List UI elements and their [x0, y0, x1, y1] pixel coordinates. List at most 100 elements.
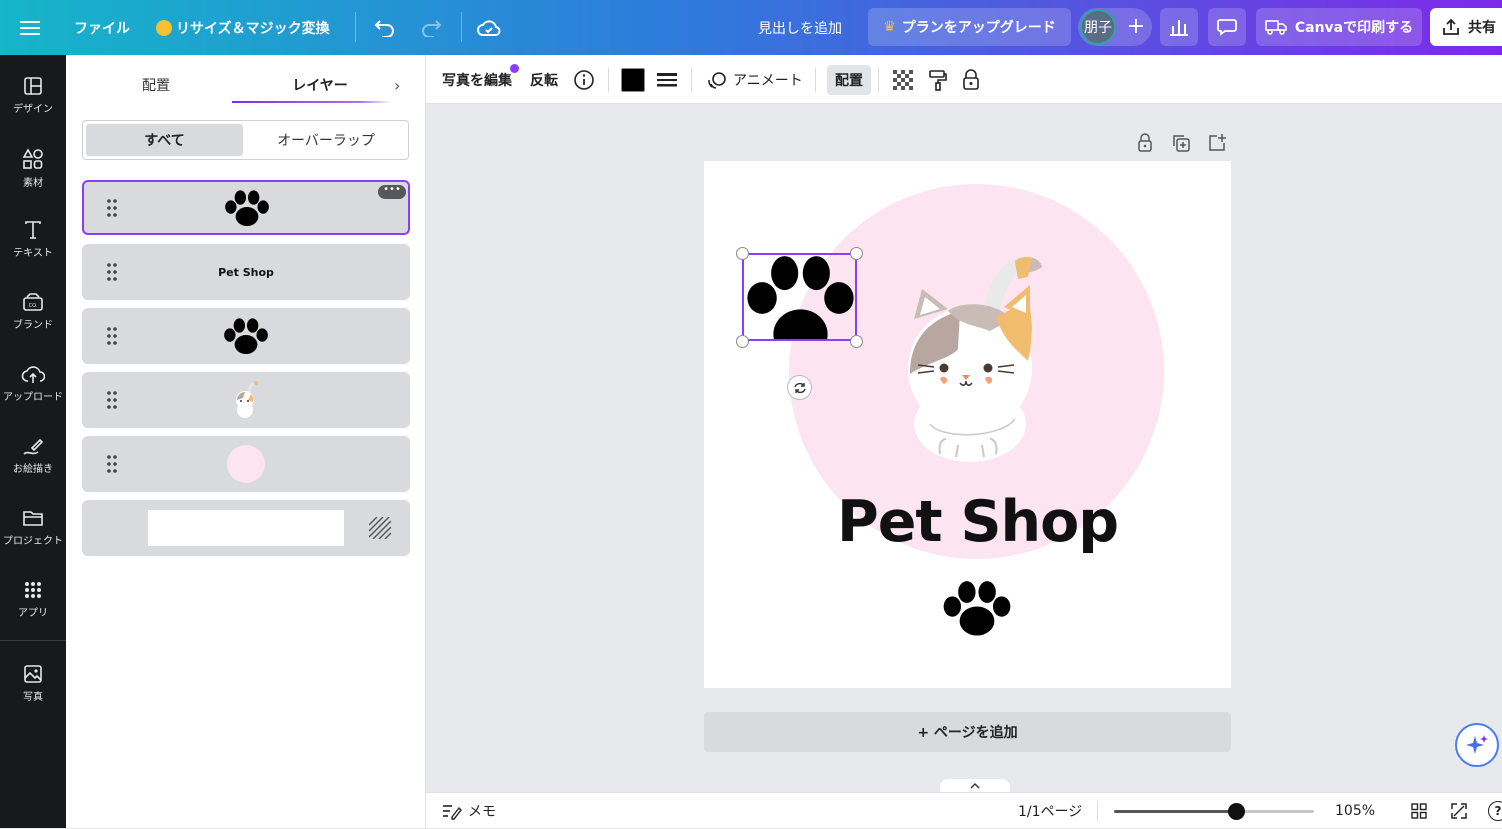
divider [355, 12, 356, 42]
divider [1097, 801, 1098, 821]
animate-button[interactable]: アニメート [707, 55, 803, 104]
copy-style-button[interactable] [928, 55, 948, 104]
sidebar-item-label: お絵描き [13, 464, 53, 475]
redo-button[interactable] [420, 0, 442, 55]
selected-paw[interactable] [742, 253, 857, 341]
color-button[interactable] [621, 55, 645, 104]
drag-handle-icon[interactable] [106, 390, 118, 410]
chevron-right-icon[interactable]: › [394, 73, 410, 97]
add-page-icon[interactable] [1207, 133, 1227, 153]
undo-button[interactable] [374, 0, 396, 55]
tab-position[interactable]: 配置 [86, 67, 226, 103]
drag-handle-icon[interactable] [106, 454, 118, 474]
drag-handle-icon[interactable] [106, 326, 118, 346]
sidebar-item-design[interactable]: デザイン [0, 70, 66, 130]
truck-icon [1265, 20, 1287, 35]
insights-button[interactable] [1160, 8, 1198, 46]
layer-filter: すべて オーバーラップ [82, 120, 409, 160]
zoom-slider-thumb[interactable] [1228, 803, 1245, 820]
sidebar-item-elements[interactable]: 素材 [0, 142, 66, 202]
lock-button[interactable] [962, 55, 980, 104]
print-button[interactable]: Canvaで印刷する [1256, 8, 1422, 46]
grid-view-button[interactable] [1411, 793, 1427, 829]
layer-row[interactable] [82, 500, 410, 556]
fullscreen-button[interactable] [1451, 793, 1467, 829]
sidebar-item-brand[interactable]: CO. ブランド [0, 286, 66, 346]
sidebar-item-draw[interactable]: お絵描き [0, 430, 66, 490]
zoom-slider[interactable] [1114, 803, 1314, 820]
transparency-button[interactable] [893, 55, 913, 104]
redo-icon [422, 19, 442, 37]
add-heading-button[interactable]: 見出しを追加 [758, 0, 842, 55]
menu-button[interactable] [20, 0, 40, 55]
sidebar-item-text[interactable]: テキスト [0, 214, 66, 274]
tab-layers[interactable]: レイヤー [232, 67, 408, 103]
comment-button[interactable] [1208, 8, 1246, 46]
layer-row[interactable]: Pet Shop [82, 244, 410, 300]
design-page[interactable]: Pet Shop [704, 161, 1231, 688]
sidebar-item-uploads[interactable]: アップロード [0, 358, 66, 418]
sidebar-item-photos[interactable]: 写真 [0, 658, 66, 718]
resize-handle[interactable] [850, 335, 863, 348]
resize-handle[interactable] [850, 247, 863, 260]
paw-print-selected [747, 256, 854, 339]
paint-roller-icon [929, 69, 947, 91]
sidebar-item-label: プロジェクト [3, 536, 63, 547]
chevron-up-icon [970, 783, 980, 789]
top-bar: ファイル リサイズ＆マジック変換 見出しを追加 ♛ プランをアップグレード 朋子… [0, 0, 1502, 55]
layers-panel: 配置 レイヤー › すべて オーバーラップ ••• Pet Shop [66, 55, 426, 828]
drag-handle-icon[interactable] [106, 198, 118, 218]
add-collaborator-button[interactable]: + [1122, 12, 1150, 40]
share-button[interactable]: 共有 [1430, 8, 1502, 46]
lock-page-icon[interactable] [1136, 133, 1154, 153]
filter-all[interactable]: すべて [86, 124, 243, 156]
avatar[interactable]: 朋子 [1080, 9, 1116, 45]
folder-icon [23, 511, 43, 526]
cat-illustration[interactable] [900, 249, 1060, 469]
more-options-button[interactable]: ••• [378, 185, 406, 199]
bottom-bar: メモ 1/1ページ 105% ? [426, 792, 1502, 828]
expand-pages-tab[interactable] [940, 779, 1010, 793]
help-icon: ? [1488, 801, 1502, 821]
zoom-level[interactable]: 105% [1335, 793, 1375, 829]
line-weight-icon [657, 72, 677, 86]
grid-icon [1411, 803, 1427, 819]
add-page-button[interactable]: + ページを追加 [704, 712, 1231, 752]
position-button[interactable]: 配置 [827, 65, 871, 95]
layer-row[interactable]: ••• [82, 180, 410, 235]
layer-row[interactable] [82, 372, 410, 428]
file-menu[interactable]: ファイル [74, 0, 130, 55]
share-label: 共有 [1468, 20, 1496, 36]
filter-overlap[interactable]: オーバーラップ [247, 124, 405, 156]
line-weight-button[interactable] [657, 55, 677, 104]
edit-photo-button[interactable]: 写真を編集 [442, 55, 512, 104]
animate-label: アニメート [733, 72, 803, 89]
info-button[interactable] [573, 55, 595, 104]
rotate-handle[interactable] [787, 375, 812, 400]
magic-assistant-button[interactable] [1455, 723, 1499, 767]
resize-button[interactable]: リサイズ＆マジック変換 [156, 0, 330, 55]
resize-label: リサイズ＆マジック変換 [176, 20, 330, 37]
sidebar-item-apps[interactable]: アプリ [0, 574, 66, 634]
flip-button[interactable]: 反転 [530, 55, 558, 104]
resize-handle[interactable] [736, 247, 749, 260]
ellipsis-icon: ••• [383, 184, 401, 195]
notes-icon [443, 805, 462, 820]
sidebar-item-projects[interactable]: プロジェクト [0, 502, 66, 562]
duplicate-page-icon[interactable] [1171, 133, 1191, 153]
divider [0, 640, 66, 641]
page-count[interactable]: 1/1ページ [1018, 793, 1082, 829]
cloud-save-button[interactable] [477, 0, 501, 55]
notes-button[interactable]: メモ [442, 793, 496, 829]
sidebar-item-label: テキスト [13, 248, 53, 259]
help-button[interactable]: ? [1488, 793, 1502, 829]
layer-row[interactable] [82, 436, 410, 492]
layer-row[interactable] [82, 308, 410, 364]
comment-icon [1217, 19, 1237, 36]
circle-thumbnail [227, 445, 265, 483]
pet-shop-heading[interactable]: Pet Shop [704, 489, 1231, 555]
resize-handle[interactable] [736, 335, 749, 348]
paw-print-bottom[interactable] [940, 579, 1014, 637]
divider [878, 68, 879, 92]
upgrade-button[interactable]: ♛ プランをアップグレード [868, 8, 1071, 46]
